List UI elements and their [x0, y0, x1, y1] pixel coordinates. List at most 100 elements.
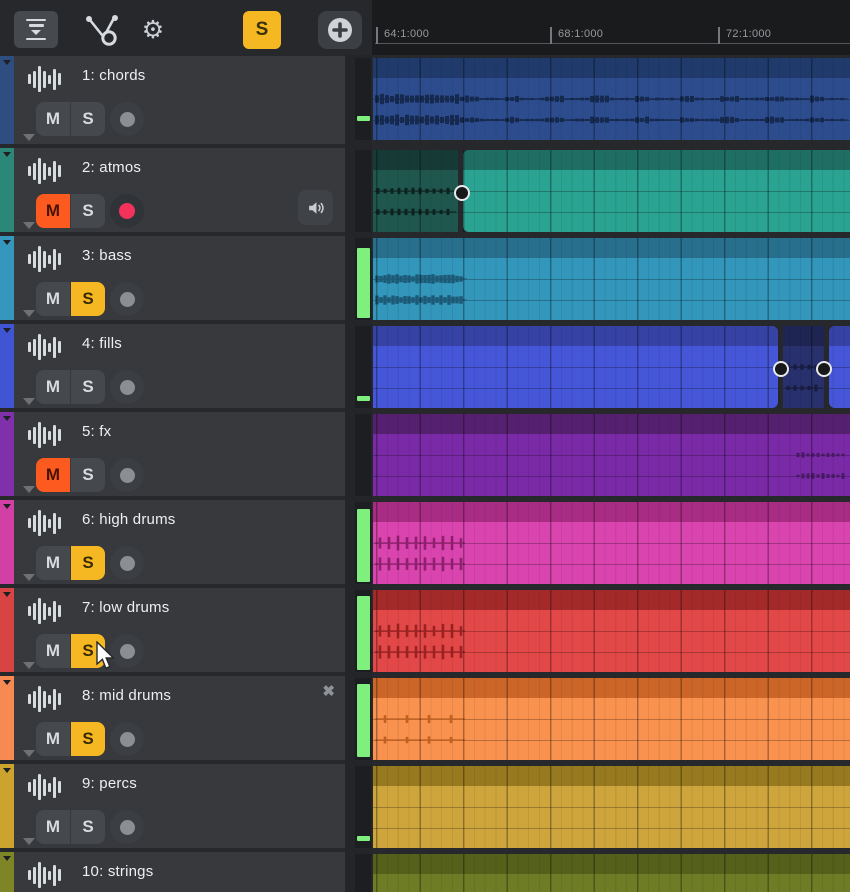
mute-button[interactable]: M [36, 282, 70, 316]
track-color-strip[interactable] [0, 764, 14, 848]
expand-arrow-icon[interactable] [23, 398, 35, 405]
track-color-strip[interactable] [0, 852, 14, 892]
monitor-speaker-button[interactable] [298, 190, 333, 225]
track-row[interactable]: 5: fx M S [0, 412, 345, 496]
record-arm-button[interactable] [110, 102, 144, 136]
audio-clip[interactable] [373, 58, 850, 140]
arrangement-area[interactable] [372, 55, 850, 892]
track-row[interactable]: 3: bass M S [0, 236, 345, 320]
timeline-ruler[interactable]: 64:1:00068:1:00072:1:000 [372, 0, 850, 55]
audio-clip[interactable] [373, 590, 850, 672]
arrangement-lane[interactable] [372, 414, 850, 496]
arrangement-lane[interactable] [372, 590, 850, 672]
track-row[interactable]: 6: high drums M S [0, 500, 345, 584]
fade-handle[interactable] [773, 361, 789, 377]
mute-button[interactable]: M [36, 810, 70, 844]
clip-header[interactable] [373, 678, 850, 698]
arrangement-lane[interactable] [372, 238, 850, 320]
track-row[interactable]: 9: percs M S [0, 764, 345, 848]
clip-header[interactable] [373, 854, 850, 874]
settings-button[interactable]: ⚙ [137, 11, 169, 48]
solo-button[interactable]: S [71, 102, 105, 136]
track-row[interactable]: 1: chords M S [0, 56, 345, 144]
track-color-strip[interactable] [0, 412, 14, 496]
audio-clip[interactable] [373, 150, 458, 232]
track-row[interactable]: 7: low drums M S [0, 588, 345, 672]
arrangement-lane[interactable] [372, 58, 850, 140]
clip-header[interactable] [373, 502, 850, 522]
audio-clip[interactable] [373, 502, 850, 584]
record-arm-button[interactable] [110, 194, 144, 228]
mute-button[interactable]: M [36, 722, 70, 756]
clip-header[interactable] [829, 326, 850, 346]
record-arm-button[interactable] [110, 370, 144, 404]
solo-button[interactable]: S [71, 722, 105, 756]
record-arm-button[interactable] [110, 810, 144, 844]
clip-header[interactable] [373, 238, 850, 258]
record-arm-button[interactable] [110, 634, 144, 668]
mute-button[interactable]: M [36, 546, 70, 580]
record-arm-button[interactable] [110, 458, 144, 492]
solo-button[interactable]: S [71, 194, 105, 228]
expand-arrow-icon[interactable] [23, 310, 35, 317]
solo-button[interactable]: S [71, 546, 105, 580]
expand-arrow-icon[interactable] [23, 750, 35, 757]
mute-button[interactable]: M [36, 458, 70, 492]
track-color-strip[interactable] [0, 324, 14, 408]
clip-header[interactable] [373, 326, 778, 346]
arrangement-lane[interactable] [372, 150, 850, 232]
audio-clip[interactable] [829, 326, 850, 408]
expand-arrow-icon[interactable] [23, 838, 35, 845]
track-color-strip[interactable] [0, 676, 14, 760]
audio-clip[interactable] [373, 766, 850, 848]
mute-button[interactable]: M [36, 102, 70, 136]
audio-clip[interactable] [373, 326, 778, 408]
arrangement-lane[interactable] [372, 502, 850, 584]
mute-button[interactable]: M [36, 634, 70, 668]
track-color-strip[interactable] [0, 500, 14, 584]
audio-clip[interactable] [373, 854, 850, 892]
clip-header[interactable] [783, 326, 824, 346]
solo-button[interactable]: S [71, 810, 105, 844]
solo-button[interactable]: S [71, 634, 105, 668]
clip-header[interactable] [373, 590, 850, 610]
record-arm-button[interactable] [110, 722, 144, 756]
arrangement-lane[interactable] [372, 766, 850, 848]
expand-arrow-icon[interactable] [23, 134, 35, 141]
audio-clip[interactable] [373, 678, 850, 760]
solo-button[interactable]: S [71, 370, 105, 404]
routing-button[interactable] [82, 12, 124, 48]
clip-header[interactable] [373, 414, 850, 434]
collapse-tracks-button[interactable] [14, 11, 58, 48]
mute-button[interactable]: M [36, 370, 70, 404]
fade-handle[interactable] [816, 361, 832, 377]
expand-arrow-icon[interactable] [23, 662, 35, 669]
arrangement-lane[interactable] [372, 854, 850, 892]
audio-clip[interactable] [463, 150, 850, 232]
clip-header[interactable] [373, 58, 850, 78]
clip-header[interactable] [463, 150, 850, 170]
record-arm-button[interactable] [110, 282, 144, 316]
track-color-strip[interactable] [0, 236, 14, 320]
solo-button[interactable]: S [71, 458, 105, 492]
track-color-strip[interactable] [0, 56, 14, 144]
clip-header[interactable] [373, 766, 850, 786]
expand-arrow-icon[interactable] [23, 222, 35, 229]
track-color-strip[interactable] [0, 148, 14, 232]
arrangement-lane[interactable] [372, 326, 850, 408]
track-row[interactable]: 4: fills M S [0, 324, 345, 408]
add-track-button[interactable] [318, 11, 362, 49]
track-color-strip[interactable] [0, 588, 14, 672]
audio-clip[interactable] [373, 238, 850, 320]
track-row[interactable]: 8: mid drums M S ✖ [0, 676, 345, 760]
arrangement-lane[interactable] [372, 678, 850, 760]
clip-header[interactable] [373, 150, 458, 170]
solo-button[interactable]: S [71, 282, 105, 316]
track-row[interactable]: 10: strings M S [0, 852, 345, 892]
expand-arrow-icon[interactable] [23, 486, 35, 493]
global-solo-button[interactable]: S [243, 11, 281, 49]
record-arm-button[interactable] [110, 546, 144, 580]
expand-arrow-icon[interactable] [23, 574, 35, 581]
track-row[interactable]: 2: atmos M S [0, 148, 345, 232]
mute-button[interactable]: M [36, 194, 70, 228]
